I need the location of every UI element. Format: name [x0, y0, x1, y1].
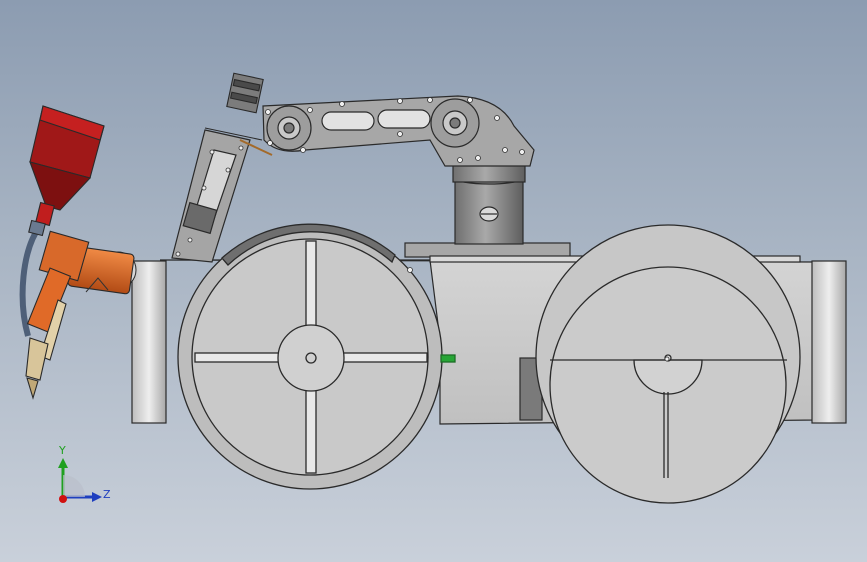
front-post	[131, 260, 167, 424]
triad-arc	[63, 475, 85, 497]
rear-post	[811, 260, 847, 424]
powder-hopper	[28, 105, 105, 237]
welding-torch	[19, 224, 135, 400]
torch-gun	[25, 337, 49, 381]
robot-model-drawing: Y Z	[19, 72, 847, 504]
z-axis-label: Z	[103, 488, 111, 501]
stepper-motor	[226, 72, 264, 114]
hopper-coupling	[28, 219, 46, 237]
cad-viewport[interactable]: Y Z	[0, 0, 867, 562]
y-axis-head	[58, 458, 68, 468]
limit-switch	[440, 354, 456, 363]
upper-arm	[262, 95, 535, 167]
upper-arm-slot	[321, 111, 375, 131]
torch-arm	[26, 267, 72, 333]
torch-tip	[26, 377, 39, 400]
z-axis-head	[92, 492, 102, 502]
front-wheel-hub	[277, 324, 345, 392]
front-wheel	[177, 223, 456, 490]
chassis-top-plate	[404, 242, 571, 258]
y-axis-label: Y	[58, 444, 66, 457]
coordinate-triad: Y Z	[58, 444, 111, 503]
upper-arm-slot	[377, 109, 431, 129]
arm-base	[452, 161, 526, 245]
rear-wheel	[535, 224, 801, 504]
x-axis-dot	[59, 495, 67, 503]
